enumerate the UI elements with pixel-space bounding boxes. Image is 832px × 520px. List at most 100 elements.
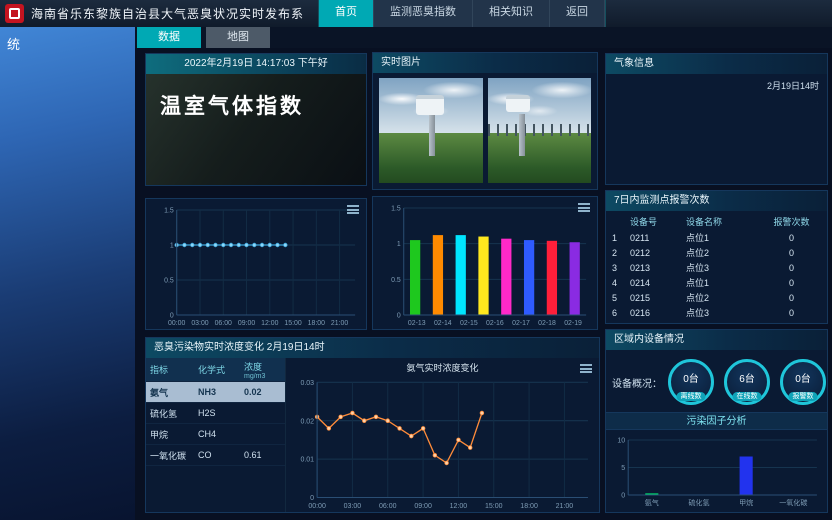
svg-text:02-17: 02-17 bbox=[512, 320, 530, 327]
svg-text:5: 5 bbox=[621, 465, 625, 472]
svg-text:06:00: 06:00 bbox=[215, 320, 232, 327]
tab-1[interactable]: 地图 bbox=[206, 27, 270, 48]
svg-text:1.5: 1.5 bbox=[164, 207, 174, 214]
alarm-table-header: 设备号 设备名称 报警次数 bbox=[610, 213, 823, 230]
welcome-body: 温室气体指数 bbox=[146, 74, 366, 185]
datetime-bar: 2022年2月19日 14:17:03 下午好 bbox=[146, 54, 366, 74]
alarm-cell: 0 bbox=[760, 233, 823, 243]
svg-text:0.02: 0.02 bbox=[300, 417, 314, 425]
weather-panel-header: 气象信息 bbox=[606, 54, 827, 74]
photos-body bbox=[373, 73, 597, 189]
alarm-row: 40214点位10 bbox=[610, 275, 823, 290]
svg-text:1: 1 bbox=[397, 241, 401, 248]
svg-text:0: 0 bbox=[397, 312, 401, 319]
app-root: 海南省乐东黎族自治县大气恶臭状况实时发布系 首页监测恶臭指数相关知识返回 统 数… bbox=[0, 0, 832, 520]
alarm-row: 10211点位10 bbox=[610, 230, 823, 245]
pollutant-formula: CO bbox=[198, 450, 244, 460]
svg-text:02-15: 02-15 bbox=[460, 320, 478, 327]
pollutant-name: 甲烷 bbox=[150, 428, 198, 441]
equipment-panel-header: 区域内设备情况 bbox=[606, 330, 827, 350]
device-stat-circle: 0台离线数 bbox=[668, 359, 714, 405]
pollutant-name: 氨气 bbox=[150, 386, 198, 399]
device-stats: 0台离线数6台在线数0台报警数 bbox=[668, 359, 826, 405]
svg-text:02-16: 02-16 bbox=[486, 320, 504, 327]
sidebar-title-overflow: 统 bbox=[0, 27, 135, 60]
device-overview-row: 设备概况： 0台离线数6台在线数0台报警数 bbox=[606, 350, 827, 412]
top-nav: 首页监测恶臭指数相关知识返回 bbox=[318, 0, 606, 27]
alarm-cell: 点位3 bbox=[684, 306, 760, 319]
chart-menu-icon[interactable] bbox=[347, 205, 359, 214]
pollutant-table: 指标 化学式 浓度mg/m3 氨气NH30.02硫化氢H2S甲烷CH4一氧化碳C… bbox=[146, 358, 286, 512]
ammonia-chart-title: 氨气实时浓度变化 bbox=[286, 361, 599, 374]
device-overview-label: 设备概况： bbox=[612, 375, 662, 390]
station-photo-1[interactable] bbox=[379, 78, 483, 183]
nav-item-3[interactable]: 返回 bbox=[550, 0, 605, 27]
pollutant-row[interactable]: 硫化氢H2S bbox=[146, 403, 285, 424]
alarm-row: 60216点位30 bbox=[610, 305, 823, 320]
device-stat-label: 在线数 bbox=[733, 392, 762, 401]
alarm-table: 设备号 设备名称 报警次数 10211点位1020212点位2030213点位3… bbox=[606, 211, 827, 323]
nav-item-1[interactable]: 监测恶臭指数 bbox=[374, 0, 473, 27]
pollution-factor-bar-chart: 0510氨气硫化氢甲烷一氧化碳 bbox=[606, 432, 827, 508]
welcome-panel: 2022年2月19日 14:17:03 下午好 温室气体指数 bbox=[145, 53, 367, 186]
nav-item-2[interactable]: 相关知识 bbox=[473, 0, 550, 27]
svg-text:12:00: 12:00 bbox=[450, 502, 468, 510]
alarm-col-count: 报警次数 bbox=[760, 215, 823, 228]
ammonia-line-chart: 00.010.020.0300:0003:0006:0009:0012:0015… bbox=[287, 374, 598, 511]
tab-0[interactable]: 数据 bbox=[137, 27, 201, 48]
svg-text:0.01: 0.01 bbox=[300, 456, 314, 464]
alarm-cell: 点位1 bbox=[684, 231, 760, 244]
daily-bars-panel: 00.511.502-1302-1402-1502-1602-1702-1802… bbox=[372, 196, 598, 330]
alarm-cell: 0 bbox=[760, 263, 823, 273]
pollutant-row[interactable]: 一氧化碳CO0.61 bbox=[146, 445, 285, 466]
pollutant-unit: mg/m3 bbox=[244, 373, 281, 380]
alarm-cell: 0211 bbox=[628, 233, 684, 243]
alarm-table-body: 10211点位1020212点位2030213点位3040214点位105021… bbox=[610, 230, 823, 320]
svg-text:18:00: 18:00 bbox=[520, 502, 538, 510]
alarm-cell: 0213 bbox=[628, 263, 684, 273]
pollutant-row[interactable]: 氨气NH30.02 bbox=[146, 382, 285, 403]
chart-menu-icon[interactable] bbox=[580, 364, 592, 373]
tab-bar: 数据地图 bbox=[135, 27, 832, 48]
alarm-row: 50215点位20 bbox=[610, 290, 823, 305]
chart-menu-icon[interactable] bbox=[578, 203, 590, 212]
main-content: 2022年2月19日 14:17:03 下午好 温室气体指数 0 0.5 1 1.5 0… bbox=[135, 48, 832, 520]
pollutant-row[interactable]: 甲烷CH4 bbox=[146, 424, 285, 445]
svg-text:氨气: 氨气 bbox=[645, 498, 659, 507]
pollutant-col-concentration: 浓度mg/m3 bbox=[244, 360, 281, 380]
equipment-panel: 区域内设备情况 设备概况： 0台离线数6台在线数0台报警数 污染因子分析 051… bbox=[605, 329, 828, 513]
weather-date: 2月19日14时 bbox=[767, 79, 819, 92]
alarm-cell: 点位2 bbox=[684, 246, 760, 259]
weather-panel: 气象信息 2月19日14时 bbox=[605, 53, 828, 185]
ammonia-chart-area: 氨气实时浓度变化 00.010.020.0300:0003:0006:0009:… bbox=[286, 358, 599, 512]
station-photo-2[interactable] bbox=[488, 78, 592, 183]
svg-text:03:00: 03:00 bbox=[191, 320, 208, 327]
alarm-cell: 0215 bbox=[628, 293, 684, 303]
pollutant-panel-body: 指标 化学式 浓度mg/m3 氨气NH30.02硫化氢H2S甲烷CH4一氧化碳C… bbox=[146, 358, 599, 512]
svg-text:甲烷: 甲烷 bbox=[739, 498, 753, 507]
device-stat-value: 0台 bbox=[671, 370, 711, 385]
svg-text:09:00: 09:00 bbox=[414, 502, 432, 510]
svg-text:18:00: 18:00 bbox=[308, 320, 325, 327]
pollutant-panel: 恶臭污染物实时浓度变化 2月19日14时 指标 化学式 浓度mg/m3 氨气NH… bbox=[145, 337, 600, 513]
photo-pole bbox=[429, 114, 435, 156]
nav-item-0[interactable]: 首页 bbox=[319, 0, 374, 27]
top-bar: 海南省乐东黎族自治县大气恶臭状况实时发布系 首页监测恶臭指数相关知识返回 bbox=[0, 0, 832, 27]
photo-sensor-device bbox=[416, 95, 444, 115]
alarm-cell: 0214 bbox=[628, 278, 684, 288]
alarm-panel: 7日内监测点报警次数 设备号 设备名称 报警次数 10211点位1020212点… bbox=[605, 190, 828, 324]
pollutant-name: 一氧化碳 bbox=[150, 449, 198, 462]
svg-text:一氧化碳: 一氧化碳 bbox=[779, 498, 807, 507]
pollutant-col-indicator: 指标 bbox=[150, 363, 198, 376]
pollutant-value: 0.02 bbox=[244, 387, 281, 397]
svg-text:10: 10 bbox=[617, 438, 625, 445]
greenhouse-line-chart: 00.511.500:0003:0006:0009:0012:0015:0018… bbox=[147, 202, 365, 328]
device-stat-label: 报警数 bbox=[789, 392, 818, 401]
svg-text:0.5: 0.5 bbox=[164, 277, 174, 284]
daily-bar-chart: 00.511.502-1302-1402-1502-1602-1702-1802… bbox=[374, 200, 596, 328]
alarm-cell: 0 bbox=[760, 248, 823, 258]
svg-text:06:00: 06:00 bbox=[379, 502, 397, 510]
svg-text:02-13: 02-13 bbox=[408, 320, 426, 327]
pollutant-panel-header: 恶臭污染物实时浓度变化 2月19日14时 bbox=[146, 338, 599, 358]
svg-text:02-14: 02-14 bbox=[434, 320, 452, 327]
